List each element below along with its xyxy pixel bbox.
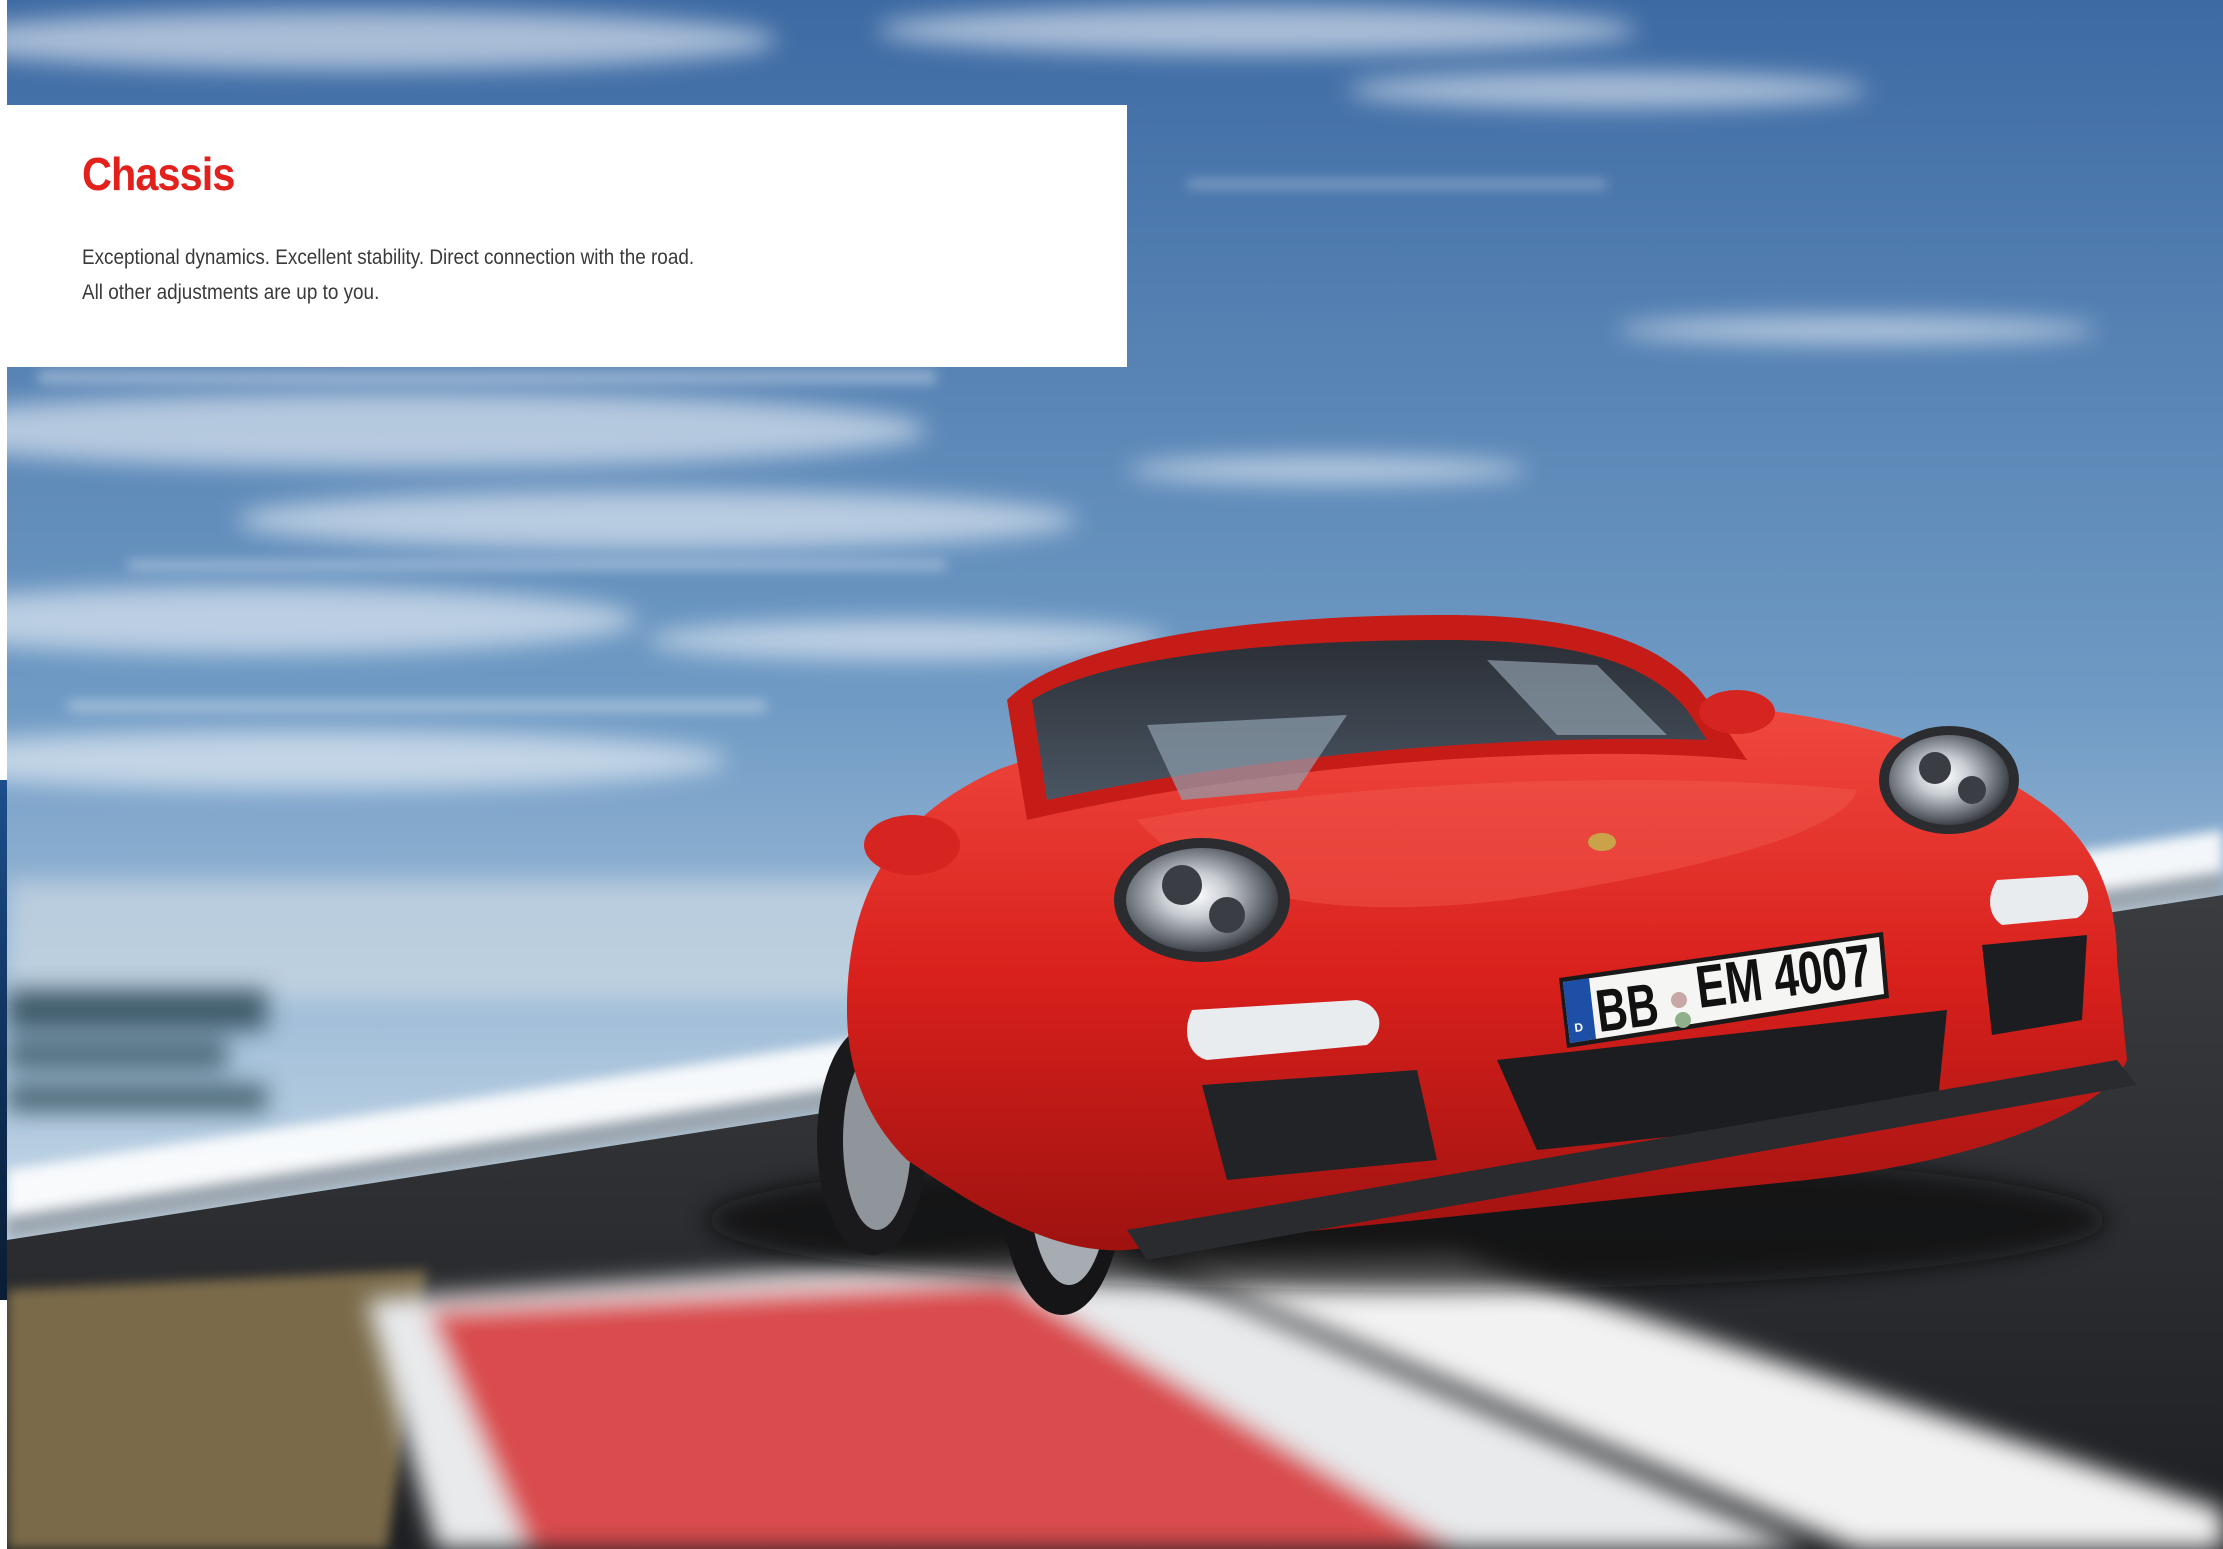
plate-left-text: BB [1592, 970, 1662, 1045]
lead-paragraph: Exceptional dynamics. Excellent stabilit… [82, 240, 694, 310]
lead-line-2: All other adjustments are up to you. [82, 281, 380, 304]
page-title: Chassis [82, 148, 235, 200]
lead-line-1: Exceptional dynamics. Excellent stabilit… [82, 246, 695, 269]
brochure-page: D BB EM 4007 Chassis Exceptional dynamic… [0, 0, 2223, 1549]
left-edge-strip [0, 780, 7, 1300]
